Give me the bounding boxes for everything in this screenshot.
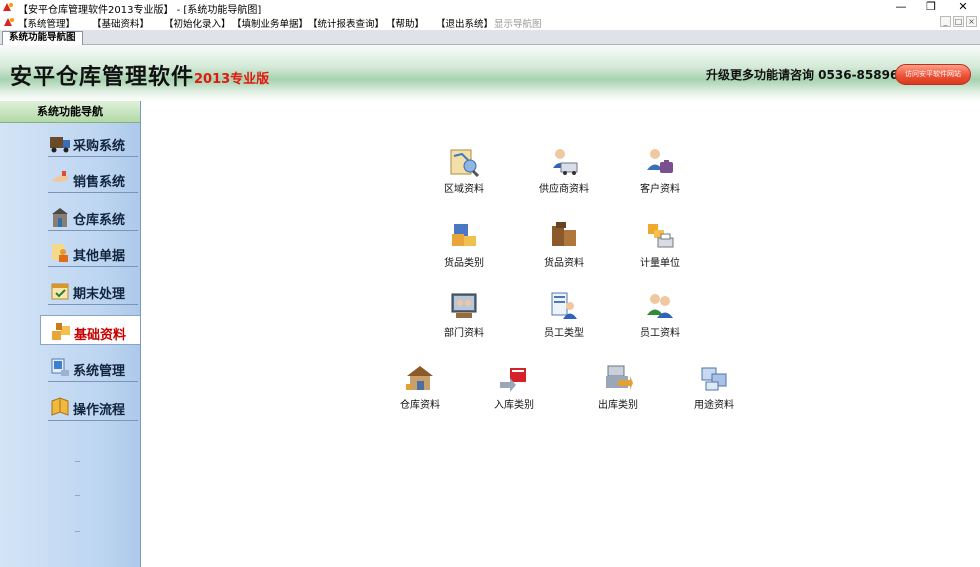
mdi-minimize-button[interactable]: _ xyxy=(940,16,951,27)
tab-nav-map[interactable]: 系统功能导航图 xyxy=(2,31,83,45)
menu-help[interactable]: 【帮助】 xyxy=(386,16,424,30)
sidebar-mark xyxy=(75,531,80,532)
minimize-button[interactable]: — xyxy=(890,0,912,14)
sidebar-divider xyxy=(48,192,138,193)
main-item-label: 出库类别 xyxy=(598,400,638,411)
mdi-restore-button[interactable]: □ xyxy=(953,16,964,27)
main-item-department[interactable]: 部门资料 xyxy=(424,290,504,342)
menu-bar: 【系统管理】 【基础资料】 【初始化录入】 【填制业务单据】 【统计报表查询】 … xyxy=(0,14,980,30)
sidebar-item-warehouse[interactable]: 仓库系统 xyxy=(40,201,140,231)
sidebar-item-purchase[interactable]: 采购系统 xyxy=(40,127,140,157)
sidebar-divider xyxy=(48,420,138,421)
department-icon xyxy=(451,293,477,318)
map-icon xyxy=(450,149,480,178)
supplier-truck-icon xyxy=(553,149,578,175)
main-item-employees[interactable]: 员工资料 xyxy=(620,290,700,342)
sidebar-mark xyxy=(75,461,80,462)
goods-category-icon xyxy=(452,224,476,246)
main-item-unit[interactable]: 计量单位 xyxy=(620,220,700,272)
sidebar-nav: 系统功能导航 采购系统 销售系统 仓库系统 其他单据 期末处理 基础资料 系统管… xyxy=(0,101,141,567)
main-item-inbound[interactable]: 入库类别 xyxy=(474,362,554,414)
main-item-label: 仓库资料 xyxy=(400,400,440,411)
main-item-region[interactable]: 区域资料 xyxy=(424,146,504,198)
warehouse-icon xyxy=(406,366,433,390)
sidebar-title: 系统功能导航 xyxy=(0,101,140,123)
menu-basic-data[interactable]: 【基础资料】 xyxy=(92,16,149,30)
boxes-icon xyxy=(52,323,70,340)
book-icon xyxy=(51,397,69,416)
sidebar-divider xyxy=(48,381,138,382)
building-icon xyxy=(52,208,68,227)
main-item-label: 部门资料 xyxy=(444,328,484,339)
usage-icon xyxy=(701,367,727,391)
sidebar-item-system-admin[interactable]: 系统管理 xyxy=(40,352,140,382)
document-person-icon xyxy=(52,244,68,262)
main-item-employee-type[interactable]: 员工类型 xyxy=(524,290,604,342)
restore-button[interactable]: ❐ xyxy=(920,0,942,14)
menu-show-nav[interactable]: 显示导航图 xyxy=(494,16,542,30)
menu-exit[interactable]: 【退出系统】 xyxy=(436,16,493,30)
main-item-label: 用途资料 xyxy=(694,400,734,411)
customer-icon xyxy=(647,149,673,173)
close-button[interactable]: ✕ xyxy=(952,0,974,14)
document-tab-strip: 系统功能导航图 xyxy=(0,30,980,45)
sidebar-divider xyxy=(48,266,138,267)
outbound-icon xyxy=(606,365,633,390)
employees-icon xyxy=(647,294,673,318)
header-banner: 安平仓库管理软件 2013专业版 升级更多功能请咨询 0536-8589685 … xyxy=(0,45,980,101)
main-item-usage[interactable]: 用途资料 xyxy=(674,362,754,414)
mdi-close-button[interactable]: × xyxy=(966,16,977,27)
employee-type-icon xyxy=(551,292,577,319)
main-item-goods-category[interactable]: 货品类别 xyxy=(424,220,504,272)
main-item-label: 员工资料 xyxy=(640,328,680,339)
main-item-label: 入库类别 xyxy=(494,400,534,411)
main-item-customer[interactable]: 客户资料 xyxy=(620,146,700,198)
sidebar-item-period-end[interactable]: 期末处理 xyxy=(40,275,140,305)
menu-system-management[interactable]: 【系统管理】 xyxy=(18,16,75,30)
main-item-supplier[interactable]: 供应商资料 xyxy=(524,146,604,198)
sidebar-item-workflow[interactable]: 操作流程 xyxy=(40,391,140,421)
menu-init-entry[interactable]: 【初始化录入】 xyxy=(164,16,231,30)
app-menu-icon[interactable] xyxy=(3,16,15,28)
main-item-goods[interactable]: 货品资料 xyxy=(524,220,604,272)
main-item-label: 计量单位 xyxy=(640,258,680,269)
inbound-icon xyxy=(500,368,526,392)
truck-icon xyxy=(50,137,70,153)
app-logo-icon xyxy=(3,3,13,11)
printer-boxes-icon xyxy=(648,224,674,248)
calendar-icon xyxy=(51,283,69,300)
menu-report-query[interactable]: 【统计报表查询】 xyxy=(308,16,384,30)
hand-icon xyxy=(51,171,68,182)
sidebar-item-basic-data[interactable]: 基础资料 xyxy=(40,315,140,345)
sidebar-divider xyxy=(48,230,138,231)
edition-label: 2013专业版 xyxy=(194,72,270,87)
goods-boxes-icon xyxy=(552,222,576,246)
main-item-warehouse[interactable]: 仓库资料 xyxy=(380,362,460,414)
main-item-label: 区域资料 xyxy=(444,184,484,195)
sidebar-mark xyxy=(75,495,80,496)
sidebar-divider xyxy=(48,304,138,305)
main-item-label: 货品资料 xyxy=(544,258,584,269)
main-item-outbound[interactable]: 出库类别 xyxy=(578,362,658,414)
menu-business-docs[interactable]: 【填制业务单据】 xyxy=(232,16,308,30)
window-title-bar: 【安平仓库管理软件2013专业版】 - [系统功能导航图] — ❐ ✕ xyxy=(0,0,980,16)
main-item-label: 供应商资料 xyxy=(539,184,589,195)
main-item-label: 货品类别 xyxy=(444,258,484,269)
main-item-label: 员工类型 xyxy=(544,328,584,339)
sidebar-item-other-docs[interactable]: 其他单据 xyxy=(40,237,140,267)
sidebar-item-sales[interactable]: 销售系统 xyxy=(40,163,140,193)
monitor-icon xyxy=(51,358,69,376)
contact-info: 升级更多功能请咨询 0536-8589685 xyxy=(706,68,916,82)
visit-website-button[interactable]: 访问安平软件网站 xyxy=(895,64,971,85)
sidebar-divider xyxy=(48,156,138,157)
main-item-label: 客户资料 xyxy=(640,184,680,195)
app-name: 安平仓库管理软件 xyxy=(10,65,195,90)
